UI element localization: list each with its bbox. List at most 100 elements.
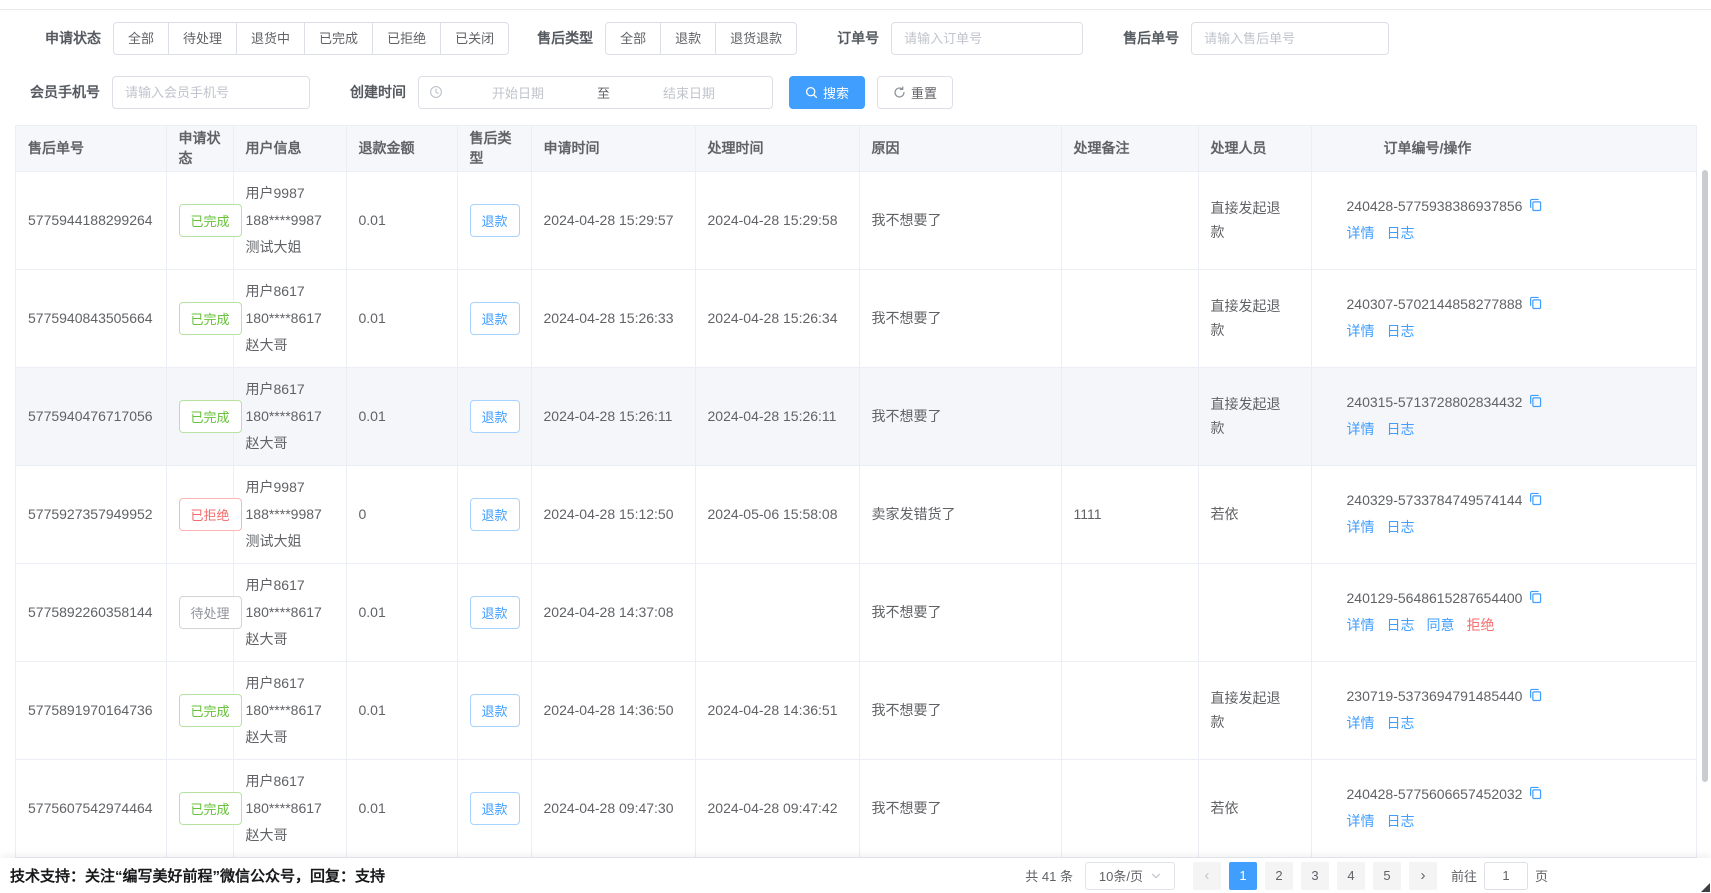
service-type-badge: 退款 bbox=[470, 400, 520, 433]
handle-time: 2024-05-06 15:58:08 bbox=[708, 506, 838, 522]
copy-icon[interactable] bbox=[1528, 589, 1543, 607]
member-phone-label: 会员手机号 bbox=[30, 82, 100, 102]
page-button-5[interactable]: 5 bbox=[1373, 862, 1401, 890]
status-badge: 已拒绝 bbox=[179, 498, 242, 531]
action-detail[interactable]: 详情 bbox=[1347, 519, 1375, 535]
action-log[interactable]: 日志 bbox=[1387, 225, 1415, 241]
action-detail[interactable]: 详情 bbox=[1347, 421, 1375, 437]
create-time-range-input[interactable]: 开始日期 至 结束日期 bbox=[418, 76, 773, 109]
column-header-5: 申请时间 bbox=[531, 126, 695, 171]
apply-time: 2024-04-28 09:47:30 bbox=[544, 800, 674, 816]
page-size-select[interactable]: 10条/页 bbox=[1085, 862, 1175, 890]
apply-status-option-1[interactable]: 待处理 bbox=[168, 22, 237, 55]
apply-status-option-5[interactable]: 已关闭 bbox=[440, 22, 509, 55]
refund-amount: 0.01 bbox=[359, 800, 386, 816]
handler: 直接发起退款 bbox=[1211, 686, 1287, 734]
user-info: 用户8617180****8617赵大哥 bbox=[233, 367, 346, 465]
copy-icon[interactable] bbox=[1528, 197, 1543, 215]
column-header-4: 售后类型 bbox=[457, 126, 531, 171]
service-type-option-0[interactable]: 全部 bbox=[605, 22, 661, 55]
next-page-button[interactable]: › bbox=[1409, 862, 1437, 890]
reason: 我不想要了 bbox=[872, 800, 942, 816]
apply-time: 2024-04-28 15:29:57 bbox=[544, 212, 674, 228]
user-info-line: 188****9987 bbox=[246, 501, 334, 528]
action-detail[interactable]: 详情 bbox=[1347, 715, 1375, 731]
handle-time: 2024-04-28 15:26:11 bbox=[708, 408, 837, 424]
copy-icon[interactable] bbox=[1528, 295, 1543, 313]
table-row: 5775940476717056 已完成 用户8617180****8617赵大… bbox=[16, 367, 1696, 465]
page-button-2[interactable]: 2 bbox=[1265, 862, 1293, 890]
action-detail[interactable]: 详情 bbox=[1347, 617, 1375, 633]
action-log[interactable]: 日志 bbox=[1387, 519, 1415, 535]
action-log[interactable]: 日志 bbox=[1387, 715, 1415, 731]
service-type-option-2[interactable]: 退货退款 bbox=[715, 22, 797, 55]
order-no: 240329-5733784749574144 bbox=[1347, 492, 1523, 508]
prev-page-button[interactable]: ‹ bbox=[1193, 862, 1221, 890]
copy-icon[interactable] bbox=[1528, 491, 1543, 509]
page-list: 12345 bbox=[1225, 862, 1405, 890]
row-actions: 详情日志 bbox=[1347, 811, 1685, 831]
action-log[interactable]: 日志 bbox=[1387, 421, 1415, 437]
user-info-line: 赵大哥 bbox=[246, 430, 334, 457]
user-info: 用户9987188****9987测试大姐 bbox=[233, 465, 346, 563]
member-phone-input[interactable] bbox=[112, 76, 310, 109]
action-log[interactable]: 日志 bbox=[1387, 813, 1415, 829]
action-detail[interactable]: 详情 bbox=[1347, 225, 1375, 241]
service-no: 5775892260358144 bbox=[28, 604, 153, 620]
reset-button[interactable]: 重置 bbox=[877, 76, 953, 109]
service-type-badge: 退款 bbox=[470, 596, 520, 629]
vertical-scrollbar[interactable] bbox=[1702, 170, 1708, 782]
copy-icon[interactable] bbox=[1528, 785, 1543, 803]
table-row: 5775892260358144 待处理 用户8617180****8617赵大… bbox=[16, 563, 1696, 661]
order-no: 240428-5775938386937856 bbox=[1347, 198, 1523, 214]
service-type-badge: 退款 bbox=[470, 498, 520, 531]
order-no-input[interactable] bbox=[891, 22, 1083, 55]
search-button[interactable]: 搜索 bbox=[789, 76, 865, 109]
row-actions: 详情日志 bbox=[1347, 713, 1685, 733]
service-no: 5775891970164736 bbox=[28, 702, 153, 718]
user-info-line: 赵大哥 bbox=[246, 626, 334, 653]
service-no-input[interactable] bbox=[1191, 22, 1389, 55]
jump-page-input[interactable] bbox=[1484, 862, 1528, 890]
user-info-line: 用户8617 bbox=[246, 670, 334, 697]
user-info-line: 180****8617 bbox=[246, 305, 334, 332]
refund-amount: 0.01 bbox=[359, 408, 386, 424]
action-detail[interactable]: 详情 bbox=[1347, 323, 1375, 339]
order-no: 240428-5775606657452032 bbox=[1347, 786, 1523, 802]
apply-time: 2024-04-28 15:26:33 bbox=[544, 310, 674, 326]
action-log[interactable]: 日志 bbox=[1387, 323, 1415, 339]
copy-icon[interactable] bbox=[1528, 687, 1543, 705]
column-header-2: 用户信息 bbox=[233, 126, 346, 171]
service-type-option-1[interactable]: 退款 bbox=[660, 22, 716, 55]
apply-status-option-4[interactable]: 已拒绝 bbox=[372, 22, 441, 55]
footer-bar: 技术支持：关注“编写美好前程”微信公众号，回复：支持 共 41 条 10条/页 … bbox=[0, 858, 1711, 893]
action-reject[interactable]: 拒绝 bbox=[1467, 617, 1495, 633]
reason: 我不想要了 bbox=[872, 604, 942, 620]
refund-amount: 0.01 bbox=[359, 702, 386, 718]
service-no: 5775940476717056 bbox=[28, 408, 153, 424]
table-row: 5775891970164736 已完成 用户8617180****8617赵大… bbox=[16, 661, 1696, 759]
row-actions: 详情日志 bbox=[1347, 517, 1685, 537]
refresh-icon bbox=[893, 86, 906, 99]
user-info: 用户8617180****8617赵大哥 bbox=[233, 269, 346, 367]
handle-time: 2024-04-28 15:29:58 bbox=[708, 212, 838, 228]
user-info-line: 用户8617 bbox=[246, 376, 334, 403]
user-info-line: 测试大姐 bbox=[246, 234, 334, 261]
apply-status-option-2[interactable]: 退货中 bbox=[236, 22, 305, 55]
apply-status-option-0[interactable]: 全部 bbox=[113, 22, 169, 55]
page-button-1[interactable]: 1 bbox=[1229, 862, 1257, 890]
jump-suffix: 页 bbox=[1535, 866, 1548, 885]
copy-icon[interactable] bbox=[1528, 393, 1543, 411]
action-detail[interactable]: 详情 bbox=[1347, 813, 1375, 829]
user-info: 用户8617180****8617赵大哥 bbox=[233, 759, 346, 857]
action-log[interactable]: 日志 bbox=[1387, 617, 1415, 633]
action-approve[interactable]: 同意 bbox=[1427, 617, 1455, 633]
refund-amount: 0.01 bbox=[359, 604, 386, 620]
page-button-3[interactable]: 3 bbox=[1301, 862, 1329, 890]
apply-status-option-3[interactable]: 已完成 bbox=[304, 22, 373, 55]
clock-icon bbox=[429, 85, 443, 99]
row-actions: 详情日志同意拒绝 bbox=[1347, 615, 1685, 635]
page-button-4[interactable]: 4 bbox=[1337, 862, 1365, 890]
row-actions: 详情日志 bbox=[1347, 321, 1685, 341]
column-header-0: 售后单号 bbox=[16, 126, 166, 171]
